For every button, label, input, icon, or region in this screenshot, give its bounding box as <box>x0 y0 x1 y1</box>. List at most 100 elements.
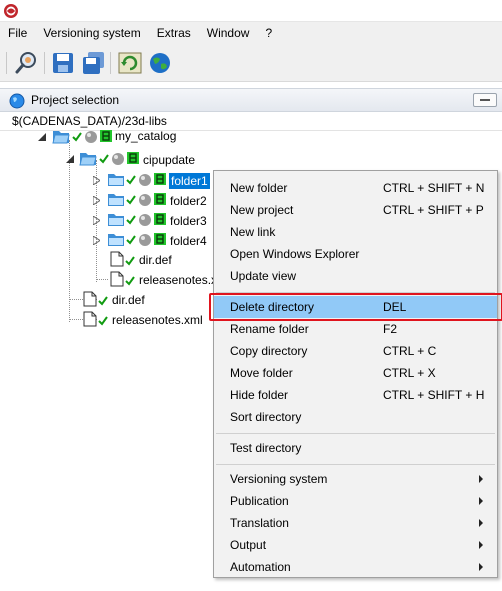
menu-item-label: Sort directory <box>230 410 302 424</box>
menu-window[interactable]: Window <box>199 22 258 44</box>
menu-item-shortcut: CTRL + C <box>383 344 437 358</box>
menu-item-move-folder[interactable]: Move folder CTRL + X <box>214 362 497 384</box>
file-icon <box>83 311 97 327</box>
menu-item-shortcut: F2 <box>383 322 398 336</box>
menu-item-publication[interactable]: Publication <box>214 490 497 512</box>
checkmark-icon <box>98 316 108 326</box>
menu-item-automation[interactable]: Automation <box>214 556 497 578</box>
globe-icon[interactable] <box>147 50 173 76</box>
folder-icon <box>108 234 124 246</box>
minimize-panel-button[interactable] <box>473 93 497 107</box>
checkmark-icon <box>126 235 136 245</box>
menu-item-label: Delete directory <box>230 300 315 314</box>
menu-item-new-link[interactable]: New link <box>214 221 497 243</box>
menu-item-rename-folder[interactable]: Rename folder F2 <box>214 318 497 340</box>
collapsed-arrow-icon[interactable] <box>93 176 100 185</box>
menu-item-versioning-system[interactable]: Versioning system <box>214 468 497 490</box>
tree-label: dir.def <box>112 293 145 307</box>
menu-item-label: Update view <box>230 269 297 283</box>
menu-item-shortcut: CTRL + SHIFT + N <box>383 181 485 195</box>
menu-item-new-project[interactable]: New project CTRL + SHIFT + P <box>214 199 497 221</box>
checkmark-icon <box>125 256 135 266</box>
refresh-icon[interactable] <box>117 50 143 76</box>
menu-item-delete-directory[interactable]: Delete directory DEL <box>209 293 502 321</box>
search-icon[interactable] <box>14 50 40 76</box>
file-icon <box>110 271 124 287</box>
project-selection-header: Project selection <box>0 88 502 112</box>
menu-help[interactable]: ? <box>257 22 280 44</box>
tree-node-releasenotes[interactable]: releasenotes.xml <box>0 270 213 290</box>
menu-item-sort-directory[interactable]: Sort directory <box>214 406 497 428</box>
menu-item-new-folder[interactable]: New folder CTRL + SHIFT + N <box>214 177 497 199</box>
file-icon <box>110 251 124 267</box>
submenu-arrow-icon <box>479 475 483 483</box>
context-menu: New folder CTRL + SHIFT + N New project … <box>209 170 502 578</box>
submenu-arrow-icon <box>479 541 483 549</box>
collapsed-arrow-icon[interactable] <box>93 216 100 225</box>
toolbar-grip <box>6 52 7 74</box>
menu-item-label: New link <box>230 225 276 239</box>
menu-extras[interactable]: Extras <box>149 22 199 44</box>
checkmark-icon <box>99 154 109 164</box>
menu-file[interactable]: File <box>0 22 35 44</box>
collapsed-arrow-icon[interactable] <box>93 196 100 205</box>
status-sphere-icon <box>139 174 151 186</box>
checkmark-icon <box>126 195 136 205</box>
tree-node-my-catalog[interactable]: my_catalog <box>0 128 220 148</box>
expanded-arrow-icon[interactable] <box>66 155 74 163</box>
folder-icon <box>108 214 124 226</box>
save-all-icon[interactable] <box>80 50 106 76</box>
menu-item-update-view[interactable]: Update view <box>214 265 497 287</box>
menu-item-label: Rename folder <box>230 322 309 336</box>
status-sphere-icon <box>112 153 124 165</box>
status-badge-icon <box>154 193 166 205</box>
tree-node-folder4[interactable]: folder4 <box>0 231 220 251</box>
tree-label: releasenotes.xml <box>112 313 203 327</box>
menu-item-open-windows-explorer[interactable]: Open Windows Explorer <box>214 243 497 265</box>
menu-separator <box>216 292 495 293</box>
menu-item-test-directory[interactable]: Test directory <box>214 437 497 459</box>
tree-label: folder2 <box>170 194 207 208</box>
checkmark-icon <box>98 296 108 306</box>
tree-node-dir-def[interactable]: dir.def <box>0 250 220 270</box>
menu-item-copy-directory[interactable]: Copy directory CTRL + C <box>214 340 497 362</box>
checkmark-icon <box>72 132 82 142</box>
tree-node-folder3[interactable]: folder3 <box>0 211 220 231</box>
file-icon <box>83 291 97 307</box>
menu-item-hide-folder[interactable]: Hide folder CTRL + SHIFT + H <box>214 384 497 406</box>
tree-label: cipupdate <box>143 153 196 167</box>
status-sphere-icon <box>139 234 151 246</box>
menu-separator <box>216 464 495 465</box>
toolbar-separator <box>110 52 111 74</box>
menu-item-translation[interactable]: Translation <box>214 512 497 534</box>
status-sphere-icon <box>85 131 97 143</box>
tree-node-dir-def[interactable]: dir.def <box>0 290 200 310</box>
tree-node-releasenotes[interactable]: releasenotes.xml <box>0 310 210 330</box>
status-badge-icon <box>154 213 166 225</box>
menu-versioning-system[interactable]: Versioning system <box>35 22 148 44</box>
expanded-arrow-icon[interactable] <box>38 133 46 141</box>
save-icon[interactable] <box>50 50 76 76</box>
checkmark-icon <box>126 175 136 185</box>
menu-item-label: Copy directory <box>230 344 308 358</box>
menu-item-label: Automation <box>230 560 291 574</box>
folder-icon <box>108 194 124 206</box>
menu-item-output[interactable]: Output <box>214 534 497 556</box>
status-badge-icon <box>154 233 166 245</box>
app-logo-icon <box>4 4 18 18</box>
menu-item-label: Publication <box>230 494 289 508</box>
menu-item-shortcut: CTRL + X <box>383 366 436 380</box>
status-badge-icon <box>100 130 112 142</box>
open-folder-icon <box>79 153 97 166</box>
menu-item-shortcut: DEL <box>383 300 407 314</box>
collapsed-arrow-icon[interactable] <box>93 236 100 245</box>
toolbar <box>0 44 502 82</box>
tree-node-folder1[interactable]: folder1 <box>0 171 220 191</box>
tree-label: folder4 <box>170 234 207 248</box>
submenu-arrow-icon <box>479 519 483 527</box>
title-bar <box>0 0 502 22</box>
tree-node-cipupdate[interactable]: cipupdate <box>0 150 220 170</box>
open-folder-icon <box>52 131 70 144</box>
tree-label: releasenotes.xml <box>139 273 213 287</box>
tree-node-folder2[interactable]: folder2 <box>0 191 220 211</box>
